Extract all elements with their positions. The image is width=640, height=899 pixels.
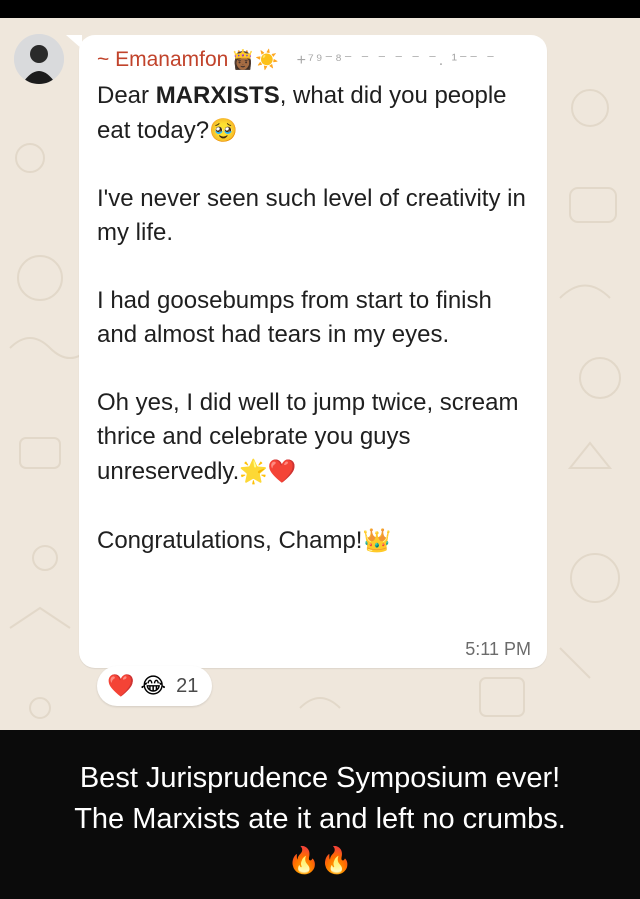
pleading-face-emoji: 🥹 (209, 117, 238, 143)
caption-line-2: The Marxists ate it and left no crumbs. (74, 803, 566, 835)
message-bold-word: MARXISTS (155, 82, 280, 109)
heart-reaction-icon: ❤️ (107, 673, 135, 698)
message-text: Dear MARXISTS, what did you people eat t… (97, 79, 537, 558)
message-text-span: Oh yes, I did well to jump twice, scream… (97, 389, 519, 485)
message-paragraph-2: I've never seen such level of creativity… (97, 185, 526, 246)
message-paragraph-1: Dear MARXISTS, what did you people eat t… (97, 79, 537, 148)
message-timestamp: 5:11 PM (465, 639, 531, 659)
sender-row: ~ Emanamfon 👸🏾☀️ +⁷⁹⁻⁸⁻ ⁻ ⁻ ⁻ ⁻ ⁻. ¹⁻⁻ ⁻ (97, 45, 497, 75)
reaction-pill[interactable]: ❤️ 😂 21 (97, 666, 213, 706)
laughing-reaction-icon: 😂 (140, 673, 167, 698)
caption-panel: Best Jurisprudence Symposium ever! The M… (0, 730, 640, 899)
message-text-span: Dear (97, 82, 156, 109)
sender-prefix: ~ (97, 48, 110, 71)
message-bubble[interactable]: ~ Emanamfon 👸🏾☀️ +⁷⁹⁻⁸⁻ ⁻ ⁻ ⁻ ⁻ ⁻. ¹⁻⁻ ⁻ D… (79, 35, 547, 668)
sender-phone: +⁷⁹⁻⁸⁻ ⁻ ⁻ ⁻ ⁻ ⁻. ¹⁻⁻ ⁻ (296, 52, 497, 69)
sender-emoji: 👸🏾☀️ (231, 50, 279, 71)
top-bar (0, 0, 640, 18)
message-paragraph-4: Oh yes, I did well to jump twice, scream… (97, 386, 537, 489)
message-paragraph-3: I had goosebumps from start to finish an… (97, 287, 492, 348)
fire-emoji: 🔥🔥 (287, 845, 353, 875)
avatar-person-icon (14, 34, 64, 84)
sender-avatar[interactable] (14, 34, 64, 84)
star-heart-emoji: 🌟❤️ (239, 458, 297, 484)
message-paragraph-5: Congratulations, Champ!👑 (97, 523, 537, 558)
caption-line-1: Best Jurisprudence Symposium ever! (79, 762, 561, 794)
message-text-span: Congratulations, Champ! (97, 527, 363, 554)
sender-name[interactable]: Emanamfon (115, 48, 228, 72)
crown-emoji: 👑 (362, 527, 392, 553)
reaction-count: 21 (176, 674, 199, 697)
